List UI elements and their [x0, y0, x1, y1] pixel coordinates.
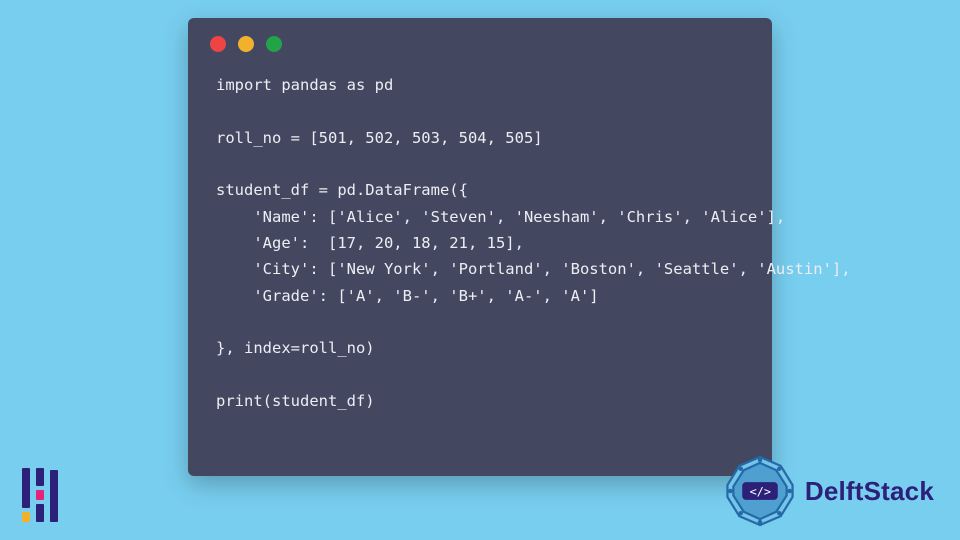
maximize-icon: [266, 36, 282, 52]
code-block: import pandas as pd roll_no = [501, 502,…: [188, 58, 772, 434]
svg-text:</>: </>: [749, 484, 770, 498]
minimize-icon: [238, 36, 254, 52]
left-logo-icon: [22, 462, 58, 522]
code-window: import pandas as pd roll_no = [501, 502,…: [188, 18, 772, 476]
window-controls: [188, 18, 772, 58]
brand-badge: </> DelftStack: [723, 454, 934, 528]
delftstack-logo-icon: </>: [723, 454, 797, 528]
close-icon: [210, 36, 226, 52]
brand-name: DelftStack: [805, 476, 934, 507]
